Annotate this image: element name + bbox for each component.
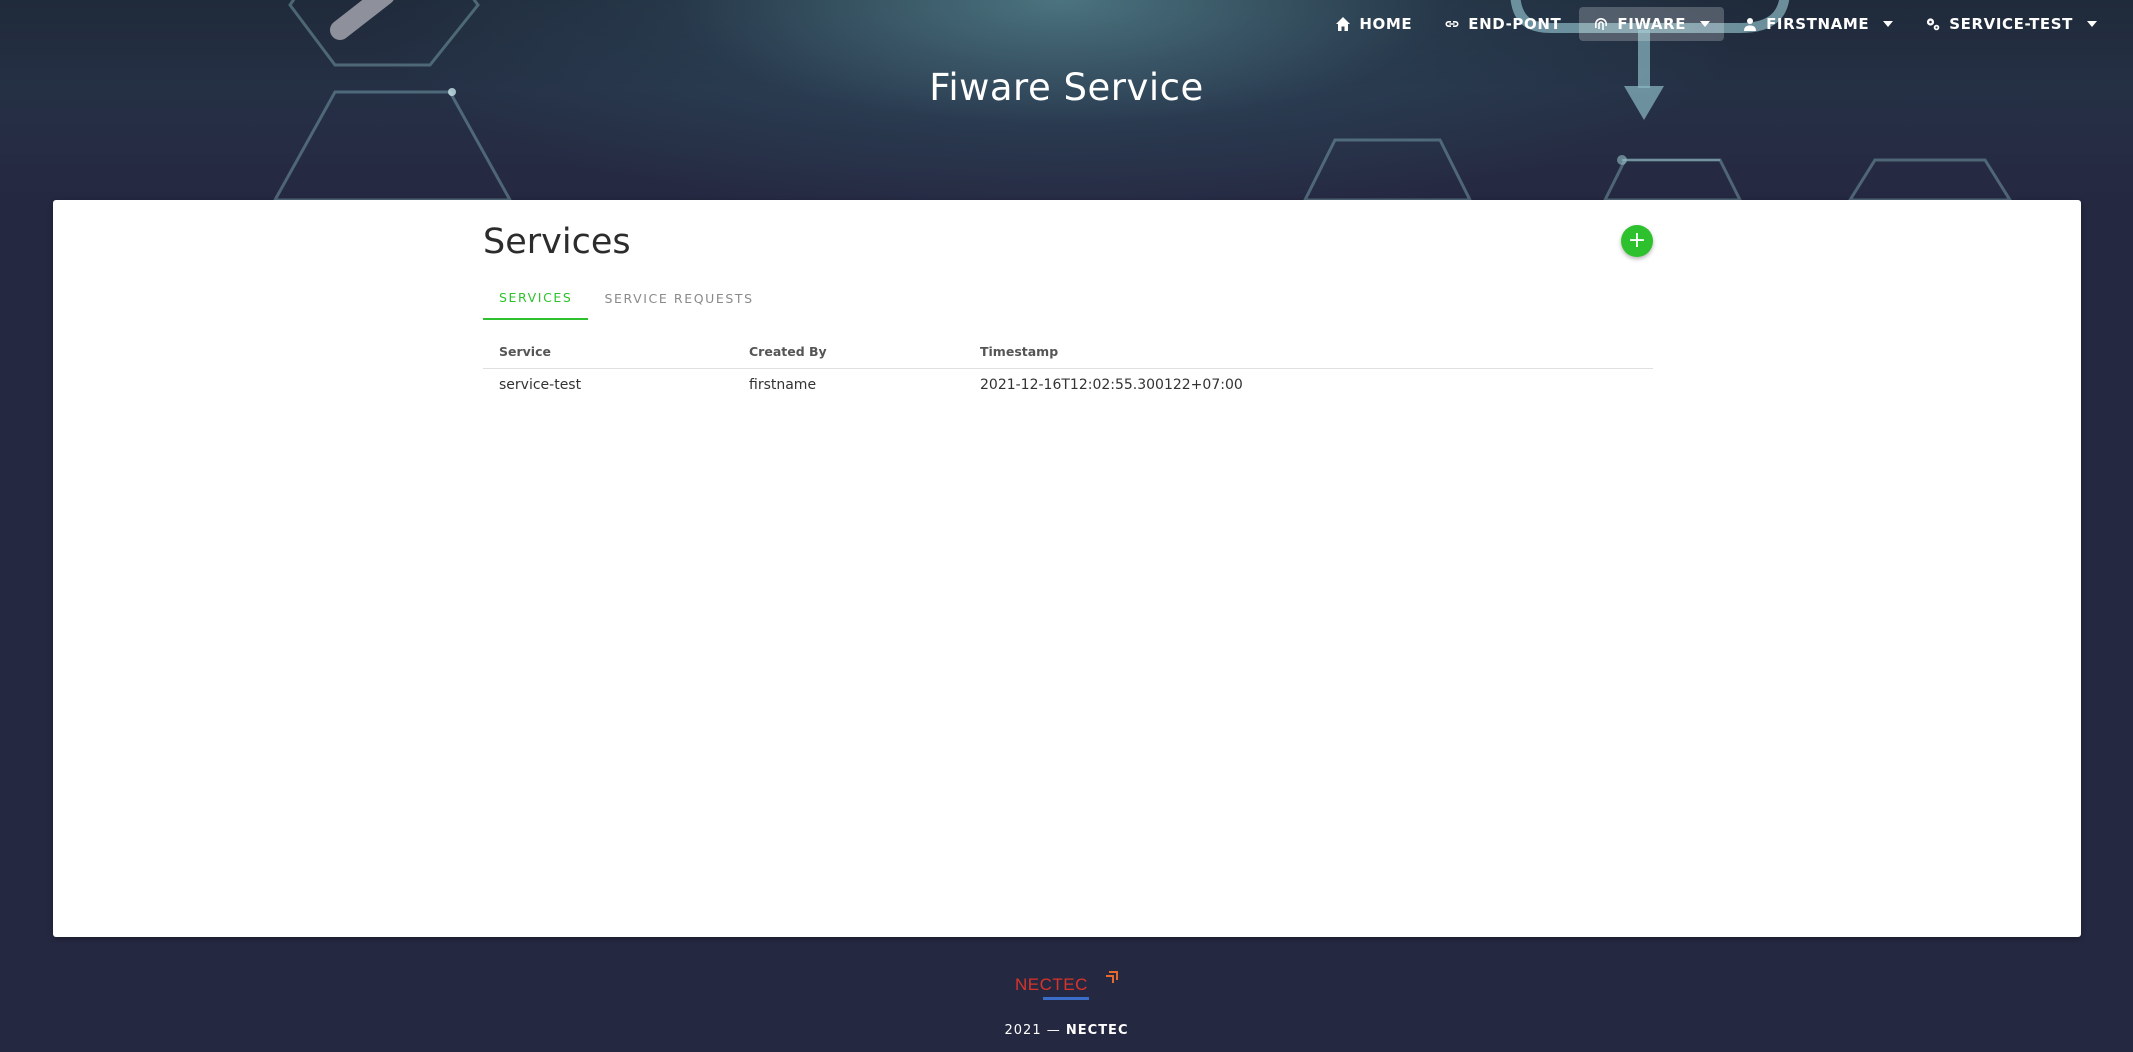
nav-end-point[interactable]: END-PONT [1430,7,1575,41]
services-table: Service Created By Timestamp service-tes… [483,335,1653,401]
plus-icon: + [1627,228,1647,253]
nav-end-point-label: END-PONT [1468,15,1562,33]
nav-service-label: SERVICE-TEST [1949,15,2073,33]
footer-year: 2021 [1004,1023,1042,1038]
nav-home[interactable]: HOME [1321,7,1426,41]
home-icon [1336,17,1351,31]
column-header-created-by[interactable]: Created By [749,344,980,359]
link-icon [1445,21,1459,27]
page-title: Fiware Service [929,66,1204,109]
nectec-logo-text: NECTEC [1015,975,1088,994]
user-icon [1744,18,1757,31]
table-row[interactable]: service-test firstname 2021-12-16T12:02:… [483,369,1653,401]
caret-down-icon [1883,21,1894,27]
gears-icon [1927,18,1940,31]
nav-user-dropdown[interactable]: FIRSTNAME [1728,7,1907,41]
nav-user-label: FIRSTNAME [1766,15,1870,33]
cell-created-by: firstname [749,377,817,393]
nav-fiware-dropdown[interactable]: FIWARE [1579,7,1725,41]
caret-down-icon [2087,21,2097,27]
section-title: Services [483,222,631,262]
table-header: Service Created By Timestamp [483,335,1653,369]
nectec-logo: NECTEC [1015,971,1118,1000]
footer-copyright: 2021 — NECTEC [0,1023,2133,1038]
caret-down-icon [1700,21,1711,27]
add-service-button[interactable]: + [1621,225,1653,257]
tab-services[interactable]: SERVICES [483,276,589,320]
column-header-service[interactable]: Service [483,344,749,359]
column-header-timestamp[interactable]: Timestamp [980,344,1653,359]
tab-service-requests[interactable]: SERVICE REQUESTS [588,276,769,320]
main-card: Services + SERVICES SERVICE REQUESTS Ser… [53,200,2081,937]
cell-service: service-test [499,377,582,393]
top-nav: HOME END-PONT FIWARE FIRSTNAME SERVICE-T… [1321,7,2111,41]
footer-org: NECTEC [1065,1023,1129,1038]
nav-service-dropdown[interactable]: SERVICE-TEST [1911,7,2111,41]
cell-timestamp: 2021-12-16T12:02:55.300122+07:00 [980,377,1243,393]
tab-bar: SERVICES SERVICE REQUESTS [483,276,770,320]
nav-home-label: HOME [1359,15,1413,33]
nav-fiware-label: FIWARE [1617,15,1687,33]
footer-separator: — [1046,1023,1061,1038]
fingerprint-icon [1595,18,1608,30]
